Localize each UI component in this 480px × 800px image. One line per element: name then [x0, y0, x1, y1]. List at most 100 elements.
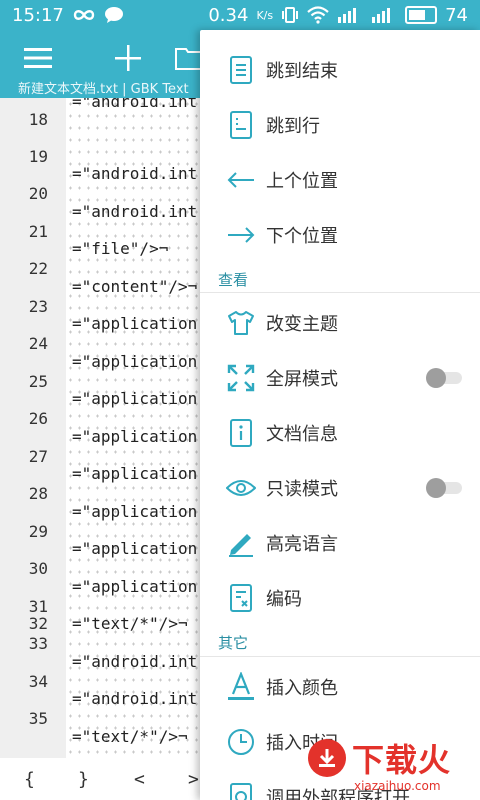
- eye-icon: [226, 473, 256, 503]
- code-line: ="file"/>¬: [72, 239, 169, 258]
- symbol-key-gt[interactable]: >: [188, 769, 199, 790]
- section-divider: [200, 292, 480, 293]
- watermark-logo-icon: [308, 739, 346, 777]
- line-number: 26: [28, 409, 48, 428]
- menu-item-label: 编码: [266, 588, 302, 610]
- status-time: 15:17: [12, 4, 64, 26]
- signal-2-icon: [372, 8, 391, 23]
- chat-bubble-icon: [104, 7, 123, 23]
- encoding-icon: [226, 583, 256, 613]
- readonly-toggle[interactable]: [426, 477, 462, 498]
- toggle-knob: [426, 367, 446, 388]
- code-line: ="text/*"/>¬: [72, 614, 188, 633]
- code-line: ="text/*"/>¬: [72, 727, 188, 746]
- menu-item-label: 下个位置: [266, 225, 338, 247]
- menu-item-highlight-language[interactable]: 高亮语言: [200, 515, 480, 570]
- line-number: 33: [28, 634, 48, 653]
- watermark-brand: 下载火: [352, 741, 452, 779]
- toggle-knob: [426, 477, 446, 498]
- clock-icon: [226, 727, 256, 757]
- code-line: ="android.int: [72, 652, 198, 671]
- code-line: ="application: [72, 502, 198, 521]
- file-subtitle: 新建文本文档.txt | GBK Text: [18, 82, 189, 97]
- symbol-key-lt[interactable]: <: [134, 769, 145, 790]
- site-watermark: 下载火 xiazaihuo.com: [300, 735, 480, 800]
- line-number: 24: [28, 334, 48, 353]
- pen-icon: [226, 528, 256, 558]
- menu-item-change-theme[interactable]: 改变主题: [200, 295, 480, 350]
- external-icon: [226, 782, 256, 800]
- line-number: 34: [28, 672, 48, 691]
- code-line: ="application: [72, 577, 198, 596]
- vibrate-icon: [282, 7, 299, 23]
- code-line: ="application: [72, 314, 198, 333]
- line-number: 21: [28, 222, 48, 241]
- menu-item-label: 跳到行: [266, 115, 320, 137]
- line-number: 30: [28, 559, 48, 578]
- status-bar: 15:17 0.34 K/s 74: [0, 0, 480, 30]
- line-number: 29: [28, 522, 48, 541]
- code-line: ="android.int: [72, 689, 198, 708]
- wifi-icon: [307, 6, 329, 24]
- code-line: ="application: [72, 352, 198, 371]
- menu-item-label: 全屏模式: [266, 368, 338, 390]
- menu-item-fullscreen[interactable]: 全屏模式: [200, 350, 480, 405]
- menu-item-readonly[interactable]: 只读模式: [200, 460, 480, 515]
- network-speed-unit: K/s: [256, 8, 274, 22]
- jump-end-icon: [226, 55, 256, 85]
- line-number: 35: [28, 709, 48, 728]
- fullscreen-icon: [226, 363, 256, 393]
- new-file-button[interactable]: [108, 38, 148, 78]
- menu-item-jump-end[interactable]: 跳到结束: [200, 42, 480, 97]
- fullscreen-toggle[interactable]: [426, 367, 462, 388]
- code-line: ="application: [72, 539, 198, 558]
- tshirt-icon: [226, 308, 256, 338]
- arrow-left-icon: [226, 165, 256, 195]
- code-line: ="application: [72, 389, 198, 408]
- line-number: 28: [28, 484, 48, 503]
- menu-item-prev-position[interactable]: 上个位置: [200, 152, 480, 207]
- line-number: 22: [28, 259, 48, 278]
- line-number: 19: [28, 147, 48, 166]
- code-line: ="android.int: [72, 98, 198, 111]
- infinity-icon: [73, 10, 95, 20]
- menu-item-next-position[interactable]: 下个位置: [200, 207, 480, 262]
- network-speed: 0.34: [208, 4, 249, 26]
- menu-item-label: 上个位置: [266, 170, 338, 192]
- symbol-key-rbrace[interactable]: }: [78, 769, 89, 790]
- watermark-url: xiazaihuo.com: [354, 779, 441, 793]
- menu-item-insert-color[interactable]: 插入颜色: [200, 659, 480, 714]
- menu-item-goto-line[interactable]: 跳到行: [200, 97, 480, 152]
- menu-button[interactable]: [18, 38, 58, 78]
- goto-line-icon: [226, 110, 256, 140]
- plus-icon: [115, 45, 141, 71]
- section-divider: [200, 656, 480, 657]
- menu-item-label: 插入颜色: [266, 677, 338, 699]
- line-number-gutter: 18 19 20 21 22 23 24 25 26 27 28 29 30 31 32 33 34 35: [0, 98, 66, 758]
- code-line: ="content"/>¬: [72, 277, 198, 296]
- menu-item-label: 改变主题: [266, 313, 338, 335]
- arrow-right-icon: [226, 220, 256, 250]
- line-number: 32: [28, 614, 48, 633]
- battery-level: 74: [445, 4, 468, 26]
- overflow-menu: 跳到结束 跳到行 上个位置 下个位置 查看 改变主题 全屏模式 文档信息 只读模…: [200, 30, 480, 800]
- menu-item-doc-info[interactable]: 文档信息: [200, 405, 480, 460]
- code-line: ="application: [72, 464, 198, 483]
- menu-item-encoding[interactable]: 编码: [200, 570, 480, 625]
- section-header-other: 其它: [218, 634, 249, 652]
- code-line: ="android.int: [72, 202, 198, 221]
- hamburger-icon: [24, 48, 52, 68]
- line-number: 20: [28, 184, 48, 203]
- line-number: 18: [28, 110, 48, 129]
- menu-item-label: 高亮语言: [266, 533, 338, 555]
- menu-item-label: 只读模式: [266, 478, 338, 500]
- code-line: ="application: [72, 427, 198, 446]
- info-icon: [226, 418, 256, 448]
- battery-icon: [405, 6, 438, 24]
- menu-item-label: 跳到结束: [266, 60, 338, 82]
- menu-item-label: 文档信息: [266, 423, 338, 445]
- code-line: ="android.int: [72, 164, 198, 183]
- symbol-key-lbrace[interactable]: {: [24, 769, 35, 790]
- line-number: 23: [28, 297, 48, 316]
- signal-icon: [338, 8, 357, 23]
